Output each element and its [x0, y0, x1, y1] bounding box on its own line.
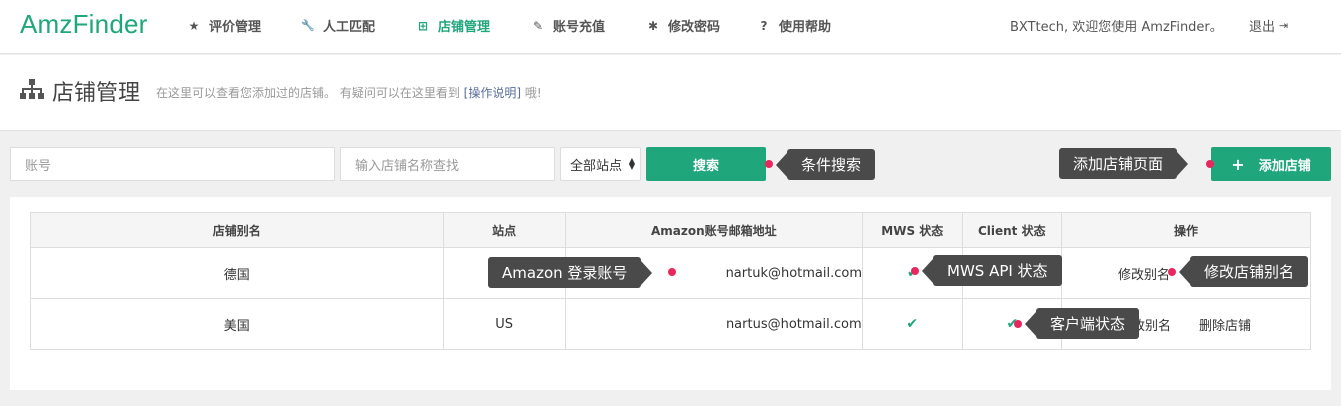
desc-suffix: 哦!: [521, 86, 542, 100]
annotation-dot: [1168, 268, 1176, 276]
nav-item-label: 修改密码: [668, 20, 721, 35]
nav-item-label: 店铺管理: [438, 20, 491, 35]
nav-item-label: 评价管理: [209, 20, 262, 35]
table-header-row: 店铺别名 站点 Amazon账号邮箱地址 MWS 状态 Client 状态 操作: [30, 212, 1311, 248]
nav-item-label: 使用帮助: [779, 20, 832, 35]
add-store-button[interactable]: + 添加店铺: [1211, 147, 1331, 181]
nav-item-change-password[interactable]: ✱ 修改密码: [646, 16, 721, 36]
annotation-dot: [668, 268, 676, 276]
rename-link[interactable]: 修改别名: [1118, 268, 1170, 283]
col-header-site: 站点: [442, 212, 566, 248]
col-header-email: Amazon账号邮箱地址: [564, 212, 864, 248]
cell-site: US: [442, 298, 566, 350]
logout-link[interactable]: 退出 ⇥: [1249, 16, 1288, 35]
plus-icon: +: [1231, 154, 1245, 174]
question-icon: ?: [760, 18, 768, 33]
annotation-dot: [1206, 160, 1214, 168]
page-title: 店铺管理: [52, 81, 141, 106]
search-button[interactable]: 搜索: [646, 147, 766, 181]
site-select[interactable]: 全部站点 ▲ ▼: [560, 147, 641, 181]
nav-item-stores[interactable]: ⊞ 店铺管理: [416, 16, 491, 36]
tooltip-mws-api: MWS API 状态: [922, 255, 1062, 286]
tooltip-amazon-login: Amazon 登录账号: [488, 257, 653, 288]
nav-item-manual-match[interactable]: 🔧 人工匹配: [301, 16, 375, 35]
brand-logo[interactable]: AmzFinder: [20, 9, 148, 40]
col-header-actions: 操作: [1061, 212, 1311, 248]
sort-caret-icon: ▲ ▼: [628, 156, 635, 171]
cell-mws-status: ✔: [862, 298, 963, 350]
tooltip-rename: 修改店铺别名: [1178, 256, 1309, 287]
page-header: 店铺管理 在这里可以查看您添加过的店铺。 有疑问可以在这里看到 [操作说明] 哦…: [0, 55, 1341, 131]
sitemap-icon: ⊞: [417, 18, 429, 33]
annotation-dot: [1014, 320, 1022, 328]
nav-item-label: 账号充值: [553, 20, 606, 35]
welcome-text: BXTtech, 欢迎您使用 AmzFinder。: [1010, 20, 1223, 35]
desc-prefix: 在这里可以查看您添加过的店铺。 有疑问可以在这里看到: [156, 86, 464, 100]
tooltip-search: 条件搜索: [775, 149, 876, 180]
cell-alias: 德国: [30, 247, 444, 299]
nav-item-label: 人工匹配: [323, 20, 376, 35]
site-select-value: 全部站点: [570, 158, 623, 174]
top-navbar: AmzFinder ★ 评价管理 🔧 人工匹配 ⊞ 店铺管理 ✎ 账号充值 ✱ …: [0, 0, 1341, 54]
nav-item-help[interactable]: ? 使用帮助: [757, 16, 832, 36]
nav-item-recharge[interactable]: ✎ 账号充值: [531, 16, 606, 36]
delete-store-link[interactable]: 删除店铺: [1199, 319, 1251, 334]
sitemap-icon: [20, 79, 44, 99]
add-store-label: 添加店铺: [1258, 158, 1311, 174]
store-name-search-input[interactable]: 输入店铺名称查找: [340, 147, 555, 181]
col-header-alias: 店铺别名: [30, 212, 444, 248]
annotation-dot: [765, 160, 773, 168]
nav-item-reviews[interactable]: ★ 评价管理: [187, 16, 262, 36]
tooltip-client: 客户端状态: [1024, 308, 1140, 339]
sign-out-icon: ⇥: [1279, 19, 1289, 32]
annotation-dot: [911, 267, 919, 275]
logout-label: 退出: [1249, 20, 1276, 35]
col-header-client: Client 状态: [961, 212, 1063, 248]
star-icon: ★: [188, 18, 200, 33]
check-icon: ✔: [906, 316, 919, 332]
cell-email: nartus@hotmail.com: [564, 298, 864, 350]
col-header-mws: MWS 状态: [862, 212, 963, 248]
account-search-input[interactable]: 账号: [10, 147, 335, 181]
help-link[interactable]: [操作说明]: [464, 86, 521, 100]
cell-alias: 美国: [30, 298, 444, 350]
page-description: 在这里可以查看您添加过的店铺。 有疑问可以在这里看到 [操作说明] 哦!: [156, 84, 542, 101]
pencil-icon: ✎: [532, 18, 544, 33]
tooltip-add-page: 添加店铺页面: [1059, 148, 1189, 179]
wrench-icon: 🔧: [301, 19, 315, 32]
asterisk-icon: ✱: [647, 18, 659, 33]
